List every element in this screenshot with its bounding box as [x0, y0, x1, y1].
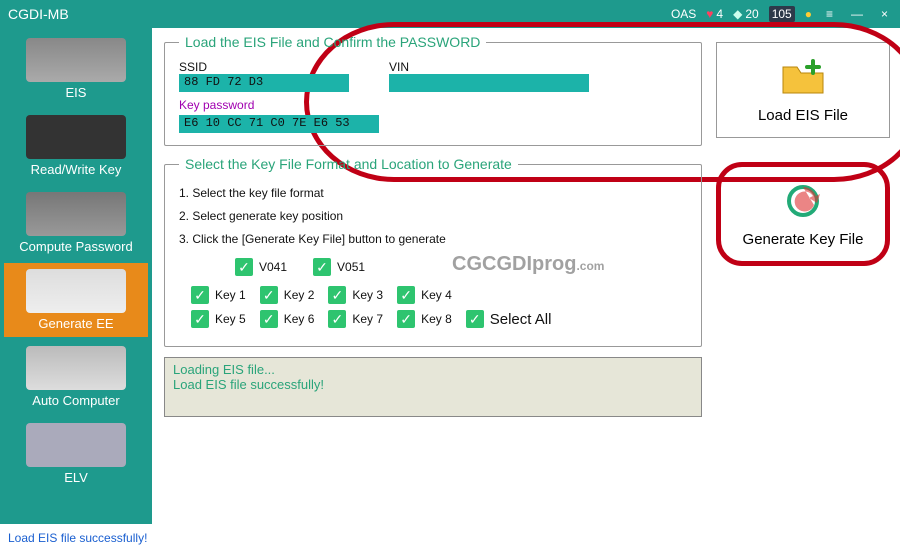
key-2[interactable]: Key 2 [260, 286, 315, 304]
calendar-value: 105 [772, 7, 792, 21]
step3: 3. Click the [Generate Key File] button … [179, 228, 687, 251]
key-4[interactable]: Key 4 [397, 286, 452, 304]
select-format-legend: Select the Key File Format and Location … [179, 156, 518, 172]
checkbox-icon [313, 258, 331, 276]
key-icon [26, 115, 126, 159]
button-label: Load EIS File [758, 107, 848, 124]
refresh-icon [779, 177, 827, 225]
diamond-count: 20 [745, 7, 758, 21]
titlebar: CGDI-MB OAS ♥ 4 ◆ 20 105 ● ≡ — × [0, 0, 900, 28]
checkbox-icon [397, 310, 415, 328]
key-label: Key 3 [352, 288, 383, 302]
sidebar-item-generate-ee[interactable]: Generate EE [4, 263, 148, 337]
heart-icon: ♥ [706, 7, 713, 21]
sidebar-item-auto-computer[interactable]: Auto Computer [4, 340, 148, 414]
key-6[interactable]: Key 6 [260, 310, 315, 328]
select-format-group: Select the Key File Format and Location … [164, 156, 702, 347]
checkbox-icon [260, 286, 278, 304]
checkbox-icon [260, 310, 278, 328]
key-label: Key 4 [421, 288, 452, 302]
key-label: Key 7 [352, 312, 383, 326]
heart-badge: ♥ 4 [706, 7, 723, 21]
step1: 1. Select the key file format [179, 182, 687, 205]
right-column: Load EIS File Generate Key File [712, 28, 900, 524]
checkbox-icon [191, 310, 209, 328]
key-label: Key 8 [421, 312, 452, 326]
medal-icon: ● [805, 7, 812, 21]
checkbox-icon [191, 286, 209, 304]
key-label: Key 1 [215, 288, 246, 302]
diamond-icon: ◆ [733, 7, 742, 21]
sidebar-item-elv[interactable]: ELV [4, 417, 148, 491]
checkbox-icon [466, 310, 484, 328]
titlebar-right: OAS ♥ 4 ◆ 20 105 ● ≡ — × [671, 6, 892, 22]
sidebar-item-label: Compute Password [19, 239, 132, 254]
sidebar-item-eis[interactable]: EIS [4, 32, 148, 106]
app-title: CGDI-MB [8, 6, 671, 22]
checkbox-icon [235, 258, 253, 276]
sidebar-item-read-write-key[interactable]: Read/Write Key [4, 109, 148, 183]
steps: 1. Select the key file format 2. Select … [179, 182, 687, 250]
key-1[interactable]: Key 1 [191, 286, 246, 304]
ecu-icon [26, 346, 126, 390]
calendar-badge: 105 [769, 6, 795, 22]
log-panel: Loading EIS file... Load EIS file succes… [164, 357, 702, 417]
menu-icon[interactable]: ≡ [822, 7, 837, 21]
keypw-field[interactable]: E6 10 CC 71 C0 7E E6 53 [179, 115, 379, 133]
sidebar-item-label: Generate EE [38, 316, 113, 331]
center-panel: Load the EIS File and Confirm the PASSWO… [152, 28, 712, 524]
checkbox-icon [328, 286, 346, 304]
format-v041[interactable]: V041 [235, 258, 287, 276]
status-text: Load EIS file successfully! [8, 531, 147, 545]
chip-icon [26, 192, 126, 236]
key-label: Key 2 [284, 288, 315, 302]
sidebar: EIS Read/Write Key Compute Password Gene… [0, 28, 152, 524]
load-eis-group: Load the EIS File and Confirm the PASSWO… [164, 34, 702, 146]
key-5[interactable]: Key 5 [191, 310, 246, 328]
select-all-label: Select All [490, 311, 552, 328]
diamond-badge: ◆ 20 [733, 7, 759, 21]
format-label: V041 [259, 260, 287, 274]
log-line: Load EIS file successfully! [173, 377, 693, 392]
key-3[interactable]: Key 3 [328, 286, 383, 304]
load-eis-file-button[interactable]: Load EIS File [716, 42, 890, 138]
format-label: V051 [337, 260, 365, 274]
status-bar: Load EIS file successfully! [0, 531, 900, 549]
log-line: Loading EIS file... [173, 362, 693, 377]
oas-label: OAS [671, 7, 696, 21]
main: EIS Read/Write Key Compute Password Gene… [0, 28, 900, 524]
eis-icon [26, 38, 126, 82]
sidebar-item-compute-password[interactable]: Compute Password [4, 186, 148, 260]
folder-plus-icon [779, 53, 827, 101]
ssid-label: SSID [179, 60, 349, 74]
sidebar-item-label: Read/Write Key [31, 162, 122, 177]
button-label: Generate Key File [743, 231, 864, 248]
load-eis-legend: Load the EIS File and Confirm the PASSWO… [179, 34, 486, 50]
key-8[interactable]: Key 8 [397, 310, 452, 328]
minimize-button[interactable]: — [847, 7, 867, 21]
checkbox-icon [397, 286, 415, 304]
format-v051[interactable]: V051 [313, 258, 365, 276]
keypw-label: Key password [179, 98, 687, 112]
ssid-field[interactable]: 88 FD 72 D3 [179, 74, 349, 92]
key-label: Key 5 [215, 312, 246, 326]
sidebar-item-label: EIS [66, 85, 87, 100]
vin-label: VIN [389, 60, 589, 74]
checkbox-icon [328, 310, 346, 328]
generate-key-file-button[interactable]: Generate Key File [716, 162, 890, 266]
key-7[interactable]: Key 7 [328, 310, 383, 328]
printer-icon [26, 269, 126, 313]
elv-icon [26, 423, 126, 467]
sidebar-item-label: ELV [64, 470, 88, 485]
select-all[interactable]: Select All [466, 310, 552, 328]
heart-count: 4 [716, 7, 723, 21]
key-label: Key 6 [284, 312, 315, 326]
close-button[interactable]: × [877, 7, 892, 21]
vin-field[interactable] [389, 74, 589, 92]
sidebar-item-label: Auto Computer [32, 393, 119, 408]
step2: 2. Select generate key position [179, 205, 687, 228]
